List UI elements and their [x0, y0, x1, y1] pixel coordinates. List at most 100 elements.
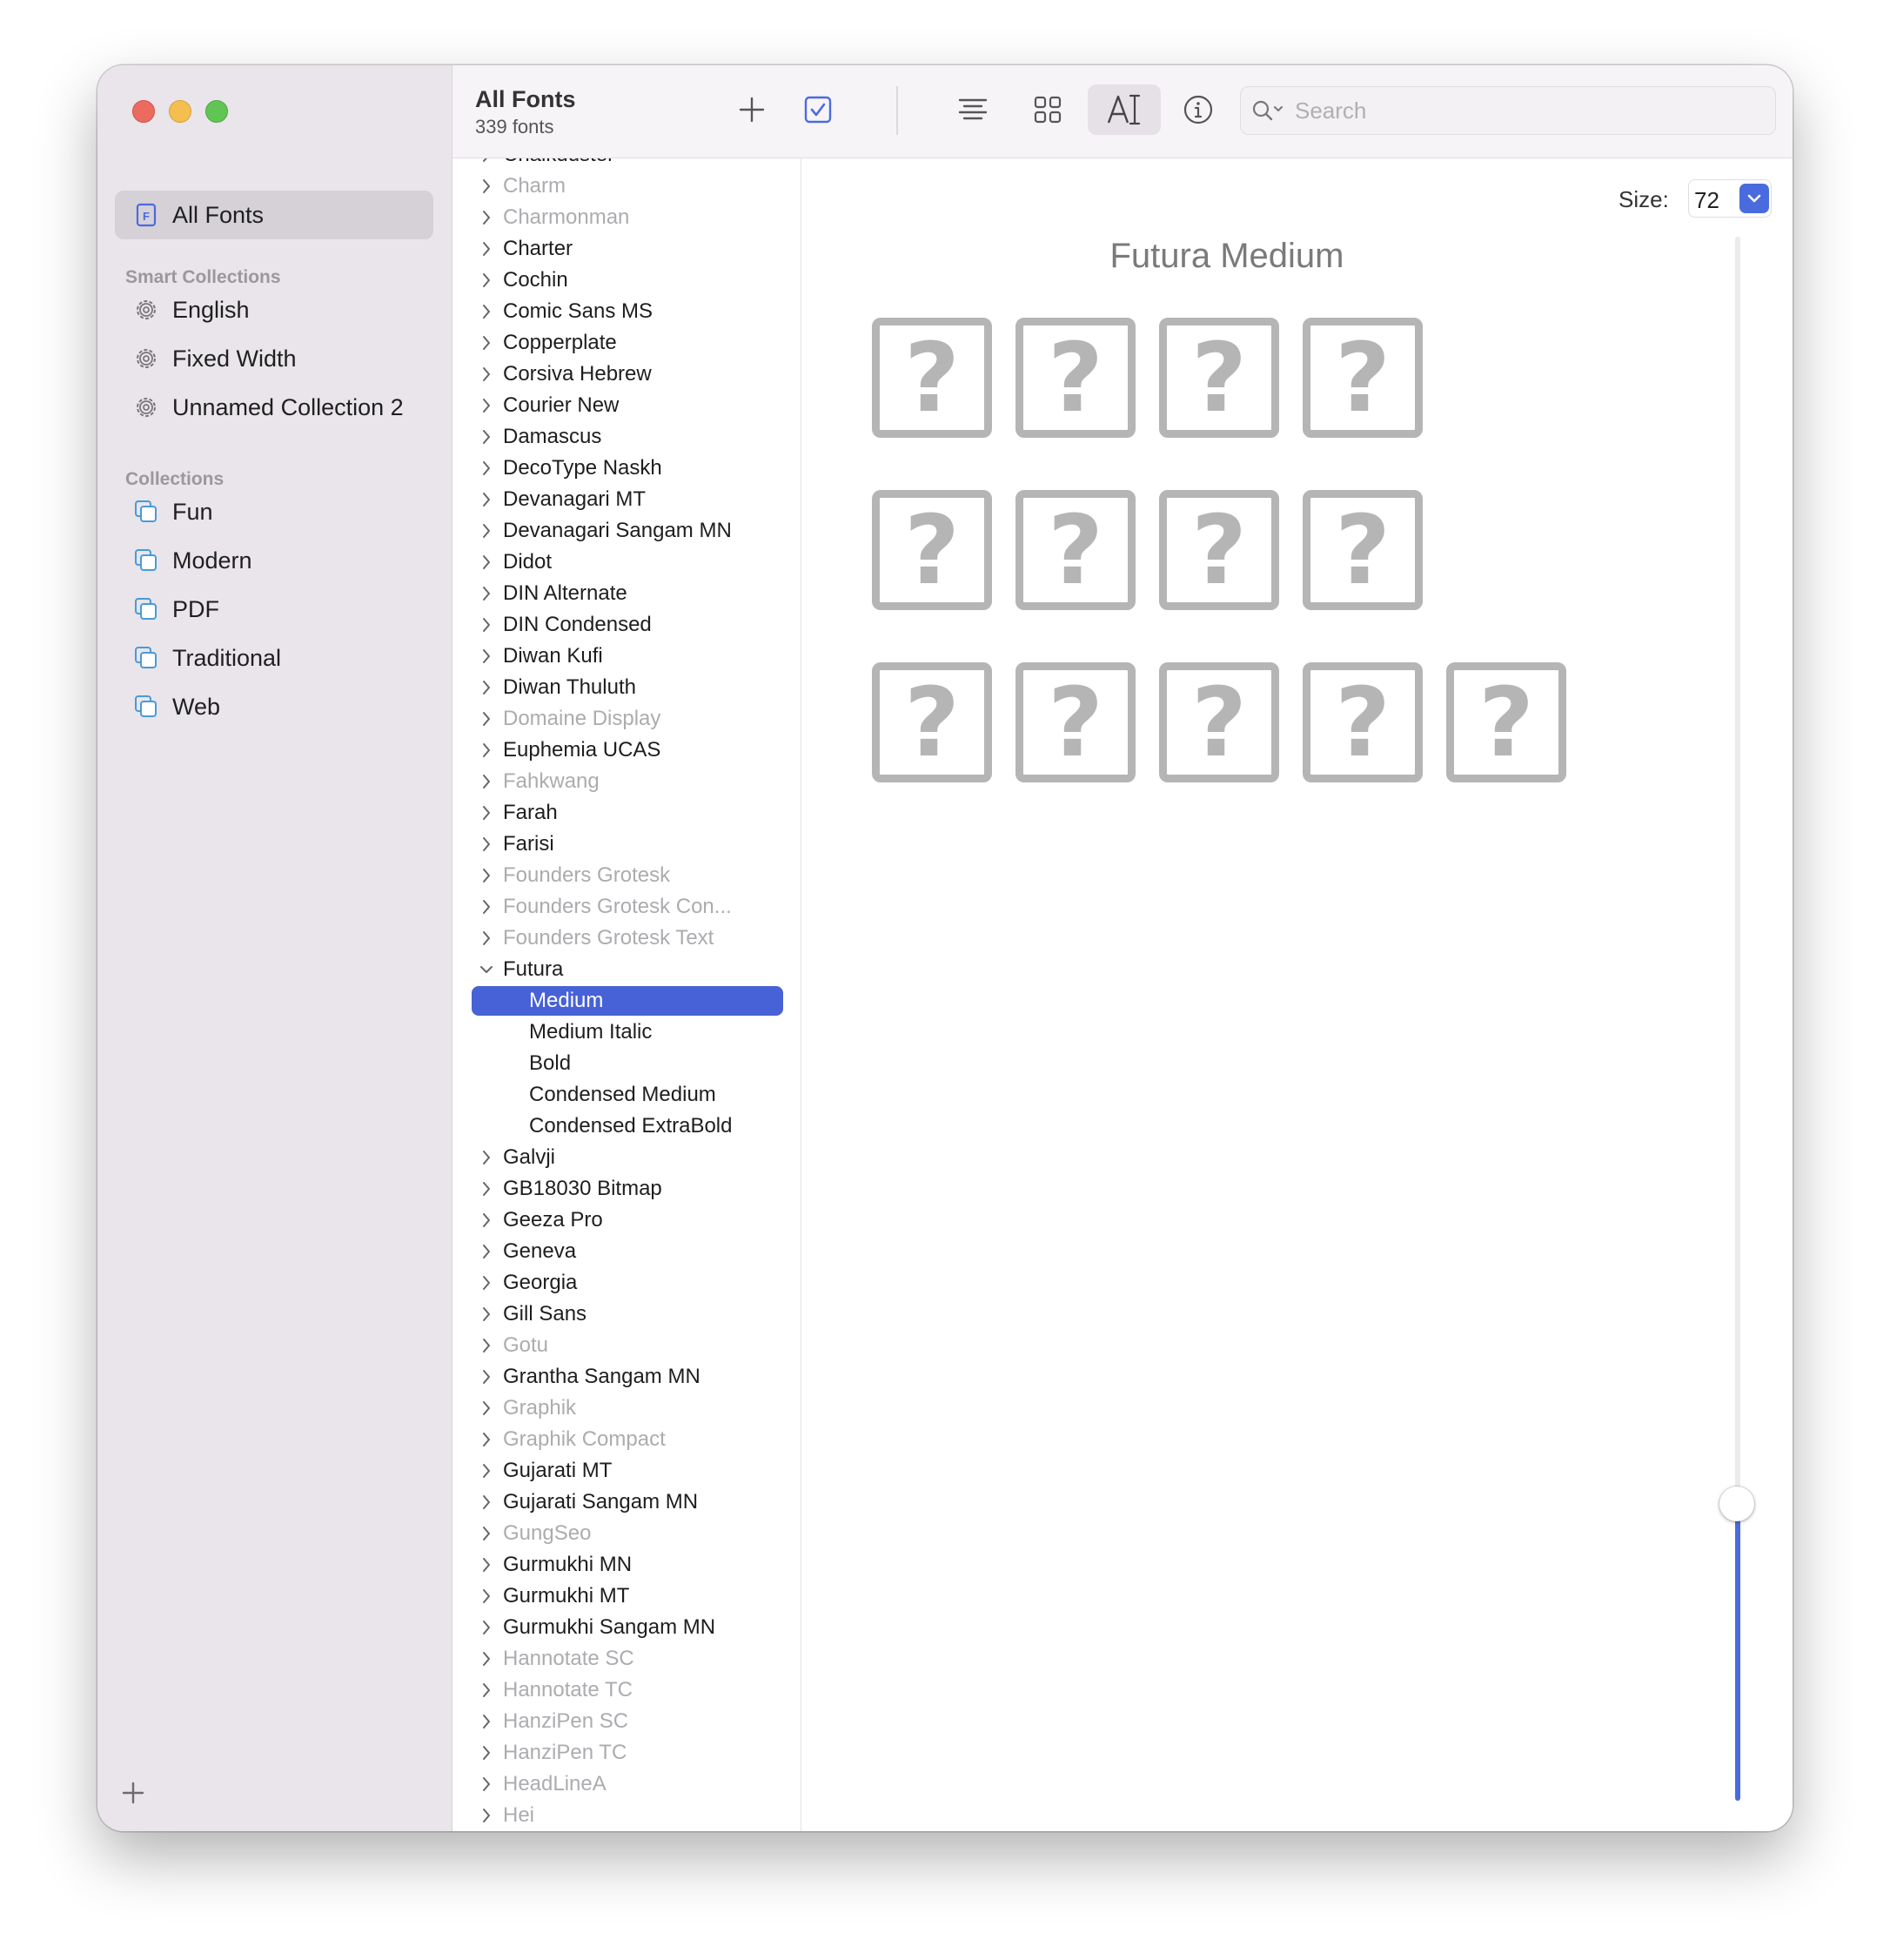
- font-family-item-devanagari-sangam-mn[interactable]: Devanagari Sangam MN: [452, 515, 801, 547]
- chevron-right-icon[interactable]: [480, 773, 493, 790]
- close-window-button[interactable]: [132, 100, 155, 123]
- font-family-item-charmonman[interactable]: Charmonman: [452, 202, 801, 233]
- add-collection-button[interactable]: [119, 1779, 147, 1807]
- font-family-item-hanzipen-tc[interactable]: HanziPen TC: [452, 1737, 801, 1769]
- font-family-item-gungseo[interactable]: GungSeo: [452, 1518, 801, 1549]
- font-family-item-copperplate[interactable]: Copperplate: [452, 327, 801, 359]
- chevron-down-icon[interactable]: [480, 961, 493, 978]
- chevron-right-icon[interactable]: [480, 1368, 493, 1386]
- chevron-right-icon[interactable]: [480, 1400, 493, 1417]
- font-family-item-hannotate-tc[interactable]: Hannotate TC: [452, 1675, 801, 1706]
- font-family-item-gill-sans[interactable]: Gill Sans: [452, 1299, 801, 1330]
- font-family-item-din-alternate[interactable]: DIN Alternate: [452, 578, 801, 609]
- font-family-item-cochin[interactable]: Cochin: [452, 265, 801, 296]
- chevron-right-icon[interactable]: [480, 1775, 493, 1793]
- chevron-right-icon[interactable]: [480, 460, 493, 477]
- font-family-item-galvji[interactable]: Galvji: [452, 1142, 801, 1173]
- font-family-item-headlinea[interactable]: HeadLineA: [452, 1769, 801, 1800]
- font-family-item-chalkduster[interactable]: Chalkduster: [452, 158, 801, 171]
- font-family-item-founders-grotesk-con[interactable]: Founders Grotesk Con...: [452, 891, 801, 923]
- font-family-item-damascus[interactable]: Damascus: [452, 421, 801, 453]
- size-dropdown-button[interactable]: [1739, 184, 1769, 213]
- chevron-right-icon[interactable]: [480, 585, 493, 602]
- sidebar-item-fixed-width[interactable]: Fixed Width: [115, 334, 433, 383]
- chevron-right-icon[interactable]: [480, 1149, 493, 1166]
- chevron-right-icon[interactable]: [480, 178, 493, 195]
- chevron-right-icon[interactable]: [480, 240, 493, 258]
- chevron-right-icon[interactable]: [480, 1306, 493, 1323]
- chevron-right-icon[interactable]: [480, 554, 493, 571]
- chevron-right-icon[interactable]: [480, 428, 493, 446]
- font-family-item-hanzipen-sc[interactable]: HanziPen SC: [452, 1706, 801, 1737]
- font-family-item-grantha-sangam-mn[interactable]: Grantha Sangam MN: [452, 1361, 801, 1393]
- chevron-right-icon[interactable]: [480, 1587, 493, 1605]
- font-family-item-gotu[interactable]: Gotu: [452, 1330, 801, 1361]
- chevron-right-icon[interactable]: [480, 1431, 493, 1448]
- font-family-item-gujarati-sangam-mn[interactable]: Gujarati Sangam MN: [452, 1487, 801, 1518]
- font-family-item-devanagari-mt[interactable]: Devanagari MT: [452, 484, 801, 515]
- chevron-right-icon[interactable]: [480, 616, 493, 634]
- chevron-right-icon[interactable]: [480, 1681, 493, 1699]
- font-family-item-didot[interactable]: Didot: [452, 547, 801, 578]
- chevron-right-icon[interactable]: [480, 1713, 493, 1730]
- chevron-right-icon[interactable]: [480, 930, 493, 947]
- search-field[interactable]: [1240, 86, 1776, 135]
- chevron-right-icon[interactable]: [480, 1462, 493, 1480]
- font-family-item-decotype-naskh[interactable]: DecoType Naskh: [452, 453, 801, 484]
- chevron-right-icon[interactable]: [480, 742, 493, 759]
- chevron-right-icon[interactable]: [480, 209, 493, 226]
- font-family-item-founders-grotesk-text[interactable]: Founders Grotesk Text: [452, 923, 801, 954]
- chevron-right-icon[interactable]: [480, 303, 493, 320]
- chevron-right-icon[interactable]: [480, 1525, 493, 1542]
- chevron-right-icon[interactable]: [480, 836, 493, 853]
- font-family-item-hannotate-sc[interactable]: Hannotate SC: [452, 1643, 801, 1675]
- sample-view-button[interactable]: [936, 84, 1009, 135]
- font-family-item-charter[interactable]: Charter: [452, 233, 801, 265]
- font-style-item-medium-italic[interactable]: Medium Italic: [452, 1017, 801, 1048]
- font-family-item-fahkwang[interactable]: Fahkwang: [452, 766, 801, 797]
- chevron-right-icon[interactable]: [480, 334, 493, 352]
- font-family-item-gb18030-bitmap[interactable]: GB18030 Bitmap: [452, 1173, 801, 1205]
- font-family-item-graphik[interactable]: Graphik: [452, 1393, 801, 1424]
- font-family-item-diwan-thuluth[interactable]: Diwan Thuluth: [452, 672, 801, 703]
- font-family-item-gurmukhi-mn[interactable]: Gurmukhi MN: [452, 1549, 801, 1581]
- minimize-window-button[interactable]: [169, 100, 191, 123]
- chevron-right-icon[interactable]: [480, 1493, 493, 1511]
- chevron-right-icon[interactable]: [480, 158, 493, 164]
- enable-font-button[interactable]: [781, 84, 855, 135]
- font-family-item-diwan-kufi[interactable]: Diwan Kufi: [452, 641, 801, 672]
- chevron-right-icon[interactable]: [480, 1807, 493, 1824]
- font-family-item-geneva[interactable]: Geneva: [452, 1236, 801, 1267]
- sidebar-item-all-fonts[interactable]: F All Fonts: [115, 191, 433, 239]
- font-family-item-hei[interactable]: Hei: [452, 1800, 801, 1831]
- sidebar-item-english[interactable]: English: [115, 285, 433, 334]
- sidebar-item-pdf[interactable]: PDF: [115, 585, 433, 634]
- sidebar-item-unnamed-collection-2[interactable]: Unnamed Collection 2: [115, 383, 433, 432]
- custom-preview-button[interactable]: [1088, 84, 1161, 135]
- font-family-item-din-condensed[interactable]: DIN Condensed: [452, 609, 801, 641]
- font-family-item-farah[interactable]: Farah: [452, 797, 801, 829]
- sidebar-item-fun[interactable]: Fun: [115, 487, 433, 536]
- sidebar-item-modern[interactable]: Modern: [115, 536, 433, 585]
- font-family-item-domaine-display[interactable]: Domaine Display: [452, 703, 801, 735]
- chevron-right-icon[interactable]: [480, 397, 493, 414]
- font-style-item-medium[interactable]: Medium: [452, 985, 801, 1017]
- size-slider-knob[interactable]: [1719, 1487, 1754, 1521]
- chevron-right-icon[interactable]: [480, 366, 493, 383]
- add-font-button[interactable]: [715, 84, 788, 135]
- font-family-item-farisi[interactable]: Farisi: [452, 829, 801, 860]
- chevron-right-icon[interactable]: [480, 1337, 493, 1354]
- font-style-item-bold[interactable]: Bold: [452, 1048, 801, 1079]
- font-style-item-condensed-medium[interactable]: Condensed Medium: [452, 1079, 801, 1111]
- font-style-item-condensed-extrabold[interactable]: Condensed ExtraBold: [452, 1111, 801, 1142]
- grid-view-button[interactable]: [1011, 84, 1084, 135]
- font-family-item-georgia[interactable]: Georgia: [452, 1267, 801, 1299]
- chevron-right-icon[interactable]: [480, 1744, 493, 1762]
- font-family-item-gurmukhi-mt[interactable]: Gurmukhi MT: [452, 1581, 801, 1612]
- font-family-item-graphik-compact[interactable]: Graphik Compact: [452, 1424, 801, 1455]
- font-info-button[interactable]: [1162, 84, 1235, 135]
- font-family-item-euphemia-ucas[interactable]: Euphemia UCAS: [452, 735, 801, 766]
- search-input[interactable]: [1293, 96, 1714, 125]
- chevron-right-icon[interactable]: [480, 1650, 493, 1668]
- chevron-right-icon[interactable]: [480, 648, 493, 665]
